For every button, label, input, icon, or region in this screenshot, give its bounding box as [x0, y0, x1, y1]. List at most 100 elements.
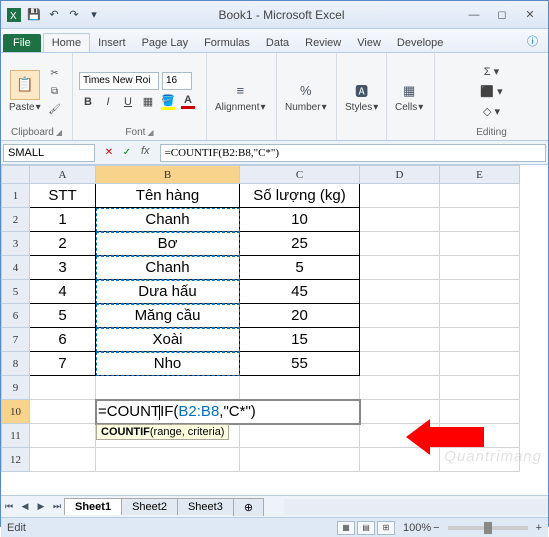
col-header-A[interactable]: A — [30, 166, 96, 184]
col-header-E[interactable]: E — [440, 166, 520, 184]
row-header-6[interactable]: 6 — [2, 304, 30, 328]
styles-button[interactable]: 🅰Styles ▾ — [343, 79, 380, 115]
worksheet[interactable]: A B C D E 1 STT Tên hàng Số lượng (kg) 2… — [1, 165, 548, 495]
formula-bar[interactable]: =COUNTIF(B2:B8,"C*") — [160, 144, 546, 162]
cell-C1[interactable]: Số lượng (kg) — [240, 184, 360, 208]
font-size-select[interactable] — [162, 72, 192, 90]
border-button[interactable]: ▦ — [139, 93, 157, 111]
fill-color-button[interactable]: 🪣 — [159, 93, 177, 111]
cell-B3[interactable]: Bơ — [96, 232, 240, 256]
zoom-in-button[interactable]: + — [536, 522, 542, 534]
view-tab[interactable]: View — [349, 34, 389, 52]
col-header-C[interactable]: C — [240, 166, 360, 184]
cell-A2[interactable]: 1 — [30, 208, 96, 232]
cell-A6[interactable]: 5 — [30, 304, 96, 328]
cell-B8[interactable]: Nho — [96, 352, 240, 376]
font-launcher-icon[interactable]: ◢ — [147, 128, 153, 137]
font-name-select[interactable] — [79, 72, 159, 90]
row-header-1[interactable]: 1 — [2, 184, 30, 208]
tab-nav-next-icon[interactable]: ▶ — [33, 499, 49, 515]
font-color-button[interactable]: A — [179, 93, 197, 111]
tab-nav-first-icon[interactable]: ⏮ — [1, 499, 17, 515]
cell-C3[interactable]: 25 — [240, 232, 360, 256]
name-box[interactable]: SMALL — [3, 144, 95, 162]
paste-button[interactable]: 📋 Paste ▾ — [7, 68, 43, 115]
row-header-9[interactable]: 9 — [2, 376, 30, 400]
file-tab[interactable]: File — [3, 34, 41, 52]
row-header-2[interactable]: 2 — [2, 208, 30, 232]
help-icon[interactable]: ⓘ — [519, 30, 546, 52]
maximize-button[interactable]: ◻ — [488, 5, 516, 25]
cell-B10-editing[interactable]: =COUNTIF(B2:B8,"C*") COUNTIF(range, crit… — [96, 400, 360, 424]
underline-button[interactable]: U — [119, 93, 137, 111]
row-header-4[interactable]: 4 — [2, 256, 30, 280]
review-tab[interactable]: Review — [297, 34, 349, 52]
pagelayout-tab[interactable]: Page Lay — [134, 34, 196, 52]
minimize-button[interactable]: — — [460, 5, 488, 25]
close-button[interactable]: ✕ — [516, 5, 544, 25]
cell-A8[interactable]: 7 — [30, 352, 96, 376]
tab-nav-prev-icon[interactable]: ◀ — [17, 499, 33, 515]
save-icon[interactable]: 💾 — [25, 6, 43, 24]
sheet-tab-3[interactable]: Sheet3 — [177, 498, 234, 515]
format-painter-icon[interactable]: 🖌 — [47, 102, 63, 116]
select-all-corner[interactable] — [2, 166, 30, 184]
row-header-10[interactable]: 10 — [2, 400, 30, 424]
cell-A1[interactable]: STT — [30, 184, 96, 208]
page-break-view-icon[interactable]: ⊞ — [377, 521, 395, 535]
formulas-tab[interactable]: Formulas — [196, 34, 258, 52]
function-tooltip[interactable]: COUNTIF(range, criteria) — [96, 424, 229, 440]
undo-icon[interactable]: ↶ — [45, 6, 63, 24]
cell-A5[interactable]: 4 — [30, 280, 96, 304]
number-button[interactable]: %Number ▾ — [283, 79, 329, 115]
page-layout-view-icon[interactable]: ▤ — [357, 521, 375, 535]
cell-C5[interactable]: 45 — [240, 280, 360, 304]
autosum-button[interactable]: Σ ▾ — [441, 62, 542, 80]
qat-dropdown-icon[interactable]: ▾ — [85, 6, 103, 24]
cell-E1[interactable] — [440, 184, 520, 208]
insert-tab[interactable]: Insert — [90, 34, 134, 52]
cell-A4[interactable]: 3 — [30, 256, 96, 280]
cell-B1[interactable]: Tên hàng — [96, 184, 240, 208]
zoom-level[interactable]: 100% — [403, 522, 431, 534]
row-header-5[interactable]: 5 — [2, 280, 30, 304]
cell-B7[interactable]: Xoài — [96, 328, 240, 352]
italic-button[interactable]: I — [99, 93, 117, 111]
row-header-12[interactable]: 12 — [2, 448, 30, 472]
cell-C4[interactable]: 5 — [240, 256, 360, 280]
cell-B4[interactable]: Chanh — [96, 256, 240, 280]
row-header-11[interactable]: 11 — [2, 424, 30, 448]
redo-icon[interactable]: ↷ — [65, 6, 83, 24]
col-header-B[interactable]: B — [96, 166, 240, 184]
row-header-7[interactable]: 7 — [2, 328, 30, 352]
fx-icon[interactable]: fx — [137, 145, 154, 161]
developer-tab[interactable]: Develope — [389, 34, 451, 52]
zoom-out-button[interactable]: − — [433, 522, 439, 534]
zoom-slider[interactable] — [448, 526, 528, 530]
cell-C6[interactable]: 20 — [240, 304, 360, 328]
cell-C8[interactable]: 55 — [240, 352, 360, 376]
alignment-button[interactable]: ≡Alignment ▾ — [213, 79, 268, 115]
tab-nav-last-icon[interactable]: ⏭ — [49, 499, 65, 515]
row-header-8[interactable]: 8 — [2, 352, 30, 376]
clipboard-launcher-icon[interactable]: ◢ — [56, 128, 62, 137]
fill-button[interactable]: ⬛ ▾ — [441, 82, 542, 100]
home-tab[interactable]: Home — [43, 33, 90, 52]
col-header-D[interactable]: D — [360, 166, 440, 184]
row-header-3[interactable]: 3 — [2, 232, 30, 256]
clear-button[interactable]: ◇ ▾ — [441, 102, 542, 120]
cancel-formula-icon[interactable]: ✕ — [101, 145, 117, 161]
data-tab[interactable]: Data — [258, 34, 297, 52]
cells-button[interactable]: ▦Cells ▾ — [393, 79, 425, 115]
cell-B2[interactable]: Chanh — [96, 208, 240, 232]
bold-button[interactable]: B — [79, 93, 97, 111]
cell-A3[interactable]: 2 — [30, 232, 96, 256]
cell-C7[interactable]: 15 — [240, 328, 360, 352]
copy-icon[interactable]: ⧉ — [47, 84, 63, 98]
enter-formula-icon[interactable]: ✓ — [119, 145, 135, 161]
horizontal-scrollbar[interactable] — [284, 499, 548, 515]
cell-A7[interactable]: 6 — [30, 328, 96, 352]
new-sheet-button[interactable]: ⊕ — [233, 498, 264, 516]
cell-C2[interactable]: 10 — [240, 208, 360, 232]
cut-icon[interactable]: ✂ — [47, 66, 63, 80]
